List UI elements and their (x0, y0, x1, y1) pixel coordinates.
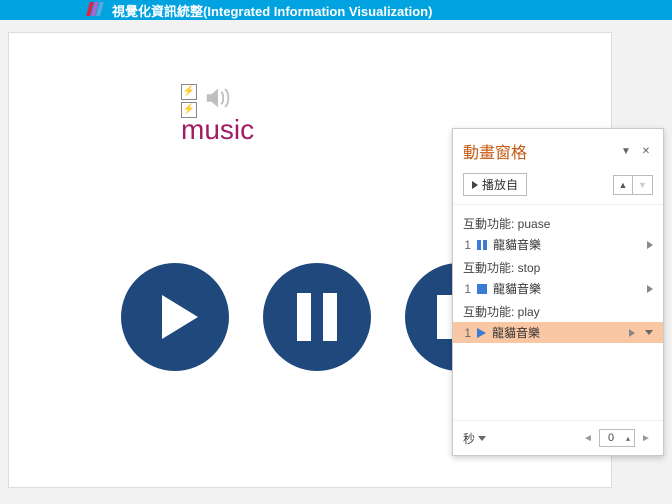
play-from-label: 播放自 (482, 176, 518, 193)
item-name: 龍貓音樂 (493, 280, 641, 297)
move-down-button[interactable]: ▼ (633, 175, 653, 195)
play-icon (162, 295, 198, 339)
reorder-buttons: ▲ ▼ (613, 175, 653, 195)
pane-menu-icon[interactable]: ▼ (619, 144, 633, 158)
play-icon (472, 181, 478, 189)
preview-icon[interactable] (629, 329, 635, 337)
media-cluster: music (181, 83, 254, 146)
pane-toolbar: 播放自 ▲ ▼ (453, 169, 663, 205)
pause-icon (477, 240, 487, 250)
play-from-button[interactable]: 播放自 (463, 173, 527, 196)
stop-icon (477, 284, 487, 294)
play-icon (477, 328, 486, 338)
speaker-icon[interactable] (203, 83, 233, 118)
timeline-next-button[interactable]: ► (639, 433, 653, 444)
pane-title: 動畫窗格 (463, 139, 613, 163)
item-name: 龍貓音樂 (492, 324, 623, 341)
animation-tag-icon[interactable] (181, 84, 197, 100)
seconds-label: 秒 (463, 430, 475, 447)
seconds-dropdown[interactable]: 秒 (463, 430, 486, 447)
animation-item[interactable]: 1 龍貓音樂 (453, 278, 663, 299)
group-header: 互動功能: puase (453, 211, 663, 234)
preview-icon[interactable] (647, 241, 653, 249)
chevron-down-icon[interactable] (645, 330, 653, 335)
animation-item[interactable]: 1 龍貓音樂 (453, 322, 663, 343)
timeline-spinner[interactable]: 0 ▴ (599, 429, 635, 447)
item-index: 1 (463, 238, 471, 252)
chevron-down-icon (478, 436, 486, 441)
title-text: 視覺化資訊統整(Integrated Information Visualiza… (112, 1, 432, 20)
slide-area: music 動畫窗格 ▼ ✕ 播放自 ▲ ▼ 互動功能: puase (0, 20, 672, 504)
item-name: 龍貓音樂 (493, 236, 641, 253)
pause-icon (297, 293, 337, 341)
pane-header: 動畫窗格 ▼ ✕ (453, 129, 663, 169)
animation-pane: 動畫窗格 ▼ ✕ 播放自 ▲ ▼ 互動功能: puase 1 龍貓音樂 互動功能… (452, 128, 664, 456)
spinner-value: 0 (600, 432, 622, 444)
close-icon[interactable]: ✕ (639, 144, 653, 158)
move-up-button[interactable]: ▲ (613, 175, 633, 195)
timeline-prev-button[interactable]: ◄ (581, 433, 595, 444)
animation-item[interactable]: 1 龍貓音樂 (453, 234, 663, 255)
pane-footer: 秒 ◄ 0 ▴ ► (453, 420, 663, 455)
music-label: music (181, 114, 254, 146)
play-button[interactable] (121, 263, 229, 371)
group-header: 互動功能: play (453, 299, 663, 322)
pause-button[interactable] (263, 263, 371, 371)
item-index: 1 (463, 326, 471, 340)
group-header: 互動功能: stop (453, 255, 663, 278)
title-bar: 視覺化資訊統整(Integrated Information Visualiza… (0, 0, 672, 20)
app-logo-icon (88, 2, 104, 18)
preview-icon[interactable] (647, 285, 653, 293)
item-index: 1 (463, 282, 471, 296)
pane-body: 互動功能: puase 1 龍貓音樂 互動功能: stop 1 龍貓音樂 互動功… (453, 205, 663, 420)
spinner-up-button[interactable]: ▴ (622, 430, 634, 446)
